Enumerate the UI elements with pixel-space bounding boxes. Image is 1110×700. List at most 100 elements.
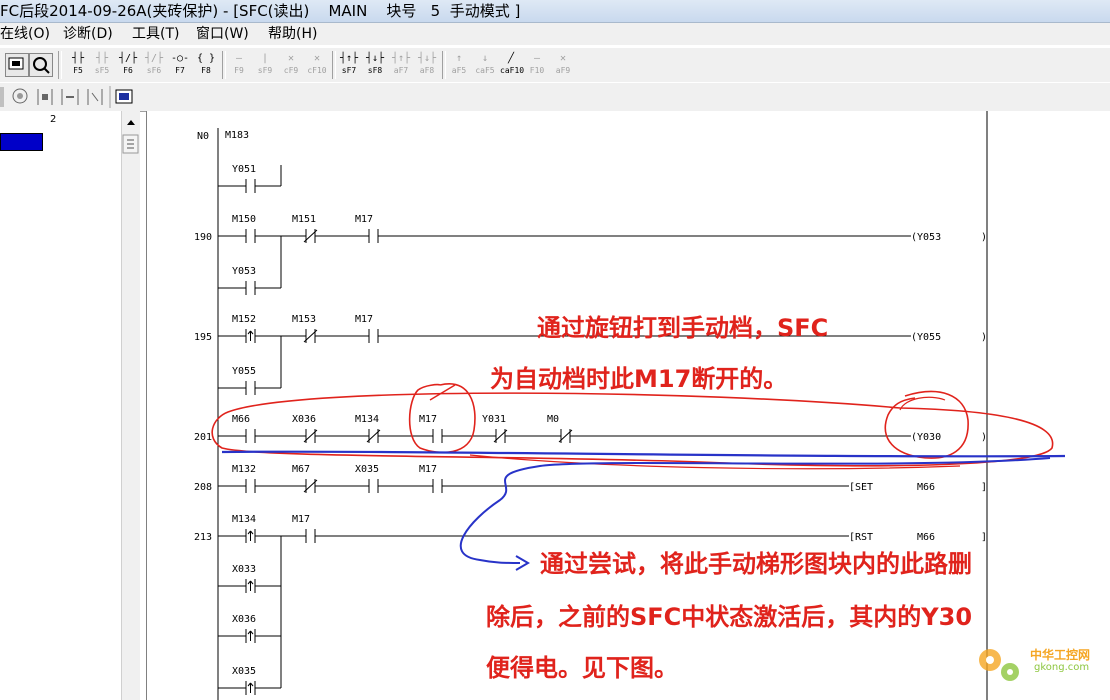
ladder-contact-label: M150 — [232, 214, 256, 225]
shortcut-key-label: caF5 — [475, 66, 495, 75]
watermark-line1: 中华工控网 — [1030, 648, 1091, 662]
delete-row-icon[interactable] — [61, 89, 79, 105]
ladder-contact-label: M183 — [225, 130, 249, 141]
annotation-blue-line1: 通过尝试，将此手动梯形图块内的此路删 — [540, 550, 972, 578]
vertical-scrollbar[interactable] — [121, 111, 140, 700]
project-tree-pane[interactable]: 2 — [0, 111, 122, 700]
toolbar-button-sf8[interactable]: ┤↓├ sF8 — [364, 52, 386, 78]
coil-close: ) — [981, 232, 987, 243]
ladder-contact-label: M151 — [292, 214, 316, 225]
toolbar-button-caf5[interactable]: ↓ caF5 — [474, 52, 496, 78]
shortcut-key-label: cF10 — [307, 66, 327, 75]
shortcut-key-label: F10 — [529, 66, 545, 75]
rung-step-number: 190 — [194, 232, 212, 243]
menu-window[interactable]: 窗口(W) — [196, 25, 249, 43]
monitor-write-icon[interactable] — [5, 53, 29, 77]
column-icon[interactable] — [87, 89, 103, 105]
watermark-logo: 中华工控网 gkong.com — [970, 640, 1105, 695]
toolbar-button-f9[interactable]: — F9 — [228, 52, 250, 78]
insert-row-icon[interactable] — [37, 89, 53, 105]
contact-symbol-icon: ┤↓├ — [365, 53, 385, 64]
shortcut-key-label: sF7 — [341, 66, 357, 75]
toolbar-button-f8[interactable]: { } F8 — [195, 52, 217, 78]
rung-step-number: 213 — [194, 532, 212, 543]
contact-symbol-icon: ┤↑├ — [339, 53, 359, 64]
shortcut-key-label: caF10 — [500, 66, 525, 75]
ladder-contact-label: M134 — [355, 414, 379, 425]
contact-symbol-icon: ✕ — [313, 53, 321, 64]
ladder-contact-label: M17 — [355, 314, 373, 325]
coil-label: [SET — [849, 482, 873, 493]
toolbar-button-sf9[interactable]: | sF9 — [254, 52, 276, 78]
ladder-contact-label: M134 — [232, 514, 256, 525]
toolbar-button-af5[interactable]: ↑ aF5 — [448, 52, 470, 78]
gear-logo-icon — [979, 649, 1019, 681]
ladder-contact-label: M132 — [232, 464, 256, 475]
ladder-contact-label: M17 — [419, 414, 437, 425]
shortcut-key-label: aF9 — [555, 66, 571, 75]
shortcut-key-label: sF6 — [146, 66, 162, 75]
contact-symbol-icon: ┤/├ — [118, 53, 138, 64]
toolbar-button-f7[interactable]: -○- F7 — [169, 52, 191, 78]
coil-close: ) — [981, 432, 987, 443]
device-monitor-icon[interactable] — [29, 53, 53, 77]
contact-symbol-icon: ┤├ — [95, 53, 109, 64]
shortcut-key-label: F8 — [201, 66, 211, 75]
ladder-contact-label: Y031 — [482, 414, 506, 425]
shortcut-key-label: aF8 — [419, 66, 435, 75]
secondary-toolbar-icons — [0, 86, 133, 108]
ladder-contact-label: X035 — [355, 464, 379, 475]
ladder-contact-label: M152 — [232, 314, 256, 325]
toolbar-button-f5[interactable]: ┤├ F5 — [67, 52, 89, 78]
toolbar-button-af9[interactable]: ✕ aF9 — [552, 52, 574, 78]
contact-symbol-icon: ✕ — [559, 53, 567, 64]
toolbar-button-sf7[interactable]: ┤↑├ sF7 — [338, 52, 360, 78]
ladder-contact-label: Y055 — [232, 366, 256, 377]
contact-symbol-icon: ┤├ — [71, 53, 85, 64]
rung-step-number: 208 — [194, 482, 212, 493]
contact-symbol-icon: { } — [196, 53, 216, 64]
ladder-contact-label: M0 — [547, 414, 559, 425]
contact-symbol-icon: ╱ — [507, 53, 515, 64]
zoom-icon[interactable] — [12, 88, 28, 104]
menu-help[interactable]: 帮助(H) — [268, 25, 317, 43]
toolbar-button-f6[interactable]: ┤/├ F6 — [117, 52, 139, 78]
toolbar-button-cf10[interactable]: ✕ cF10 — [306, 52, 328, 78]
column-number: 2 — [50, 114, 57, 125]
toolbar-button-f10[interactable]: — F10 — [526, 52, 548, 78]
selected-block-highlight[interactable] — [0, 133, 43, 151]
ladder-contact-label: Y051 — [232, 164, 256, 175]
title-bar: FC后段2014-09-26A(夹砖保护) - [SFC(读出) MAIN 块号… — [0, 0, 1110, 23]
toolbar-button-caf10[interactable]: ╱ caF10 — [500, 52, 525, 78]
shortcut-key-label: sF9 — [257, 66, 273, 75]
coil-close: ) — [981, 332, 987, 343]
ladder-contact-label: M66 — [232, 414, 250, 425]
toolbar-button-cf9[interactable]: ✕ cF9 — [280, 52, 302, 78]
shortcut-key-label: sF8 — [367, 66, 383, 75]
menu-diagnostics[interactable]: 诊断(D) — [63, 25, 113, 43]
menu-online[interactable]: 在线(O) — [0, 25, 50, 43]
ladder-contact-label: X036 — [292, 414, 316, 425]
toolbar-button-af8[interactable]: ┤↓├ aF8 — [416, 52, 438, 78]
secondary-toolbar — [0, 82, 1110, 112]
watermark-line2: gkong.com — [1034, 662, 1090, 673]
shortcut-key-label: cF9 — [283, 66, 299, 75]
display-icon[interactable] — [115, 89, 133, 104]
ladder-toolbar: ┤├ F5 ┤├ sF5 ┤/├ F6 ┤/├ sF6 -○- F7 { } F8 — F9 | sF9 ✕ cF… — [0, 47, 1110, 82]
annotation-red-line1: 通过旋钮打到手动档，SFC — [537, 314, 829, 342]
menu-bar: 在线(O) 诊断(D) 工具(T) 窗口(W) 帮助(H) — [0, 23, 1110, 45]
contact-symbol-icon: — — [235, 53, 243, 64]
ladder-contact-label: X033 — [232, 564, 256, 575]
contact-symbol-icon: ┤↓├ — [417, 53, 437, 64]
menu-tools[interactable]: 工具(T) — [132, 25, 179, 43]
shortcut-key-label: F9 — [234, 66, 244, 75]
rung-step-number: N0 — [197, 131, 209, 142]
ladder-contact-label: M17 — [292, 514, 310, 525]
ladder-contact-label: X035 — [232, 666, 256, 677]
ladder-contact-label: M17 — [419, 464, 437, 475]
toolbar-button-af7[interactable]: ┤↑├ aF7 — [390, 52, 412, 78]
toolbar-button-sf6[interactable]: ┤/├ sF6 — [143, 52, 165, 78]
contact-symbol-icon: ✕ — [287, 53, 295, 64]
toolbar-button-sf5[interactable]: ┤├ sF5 — [91, 52, 113, 78]
shortcut-key-label: F7 — [175, 66, 185, 75]
